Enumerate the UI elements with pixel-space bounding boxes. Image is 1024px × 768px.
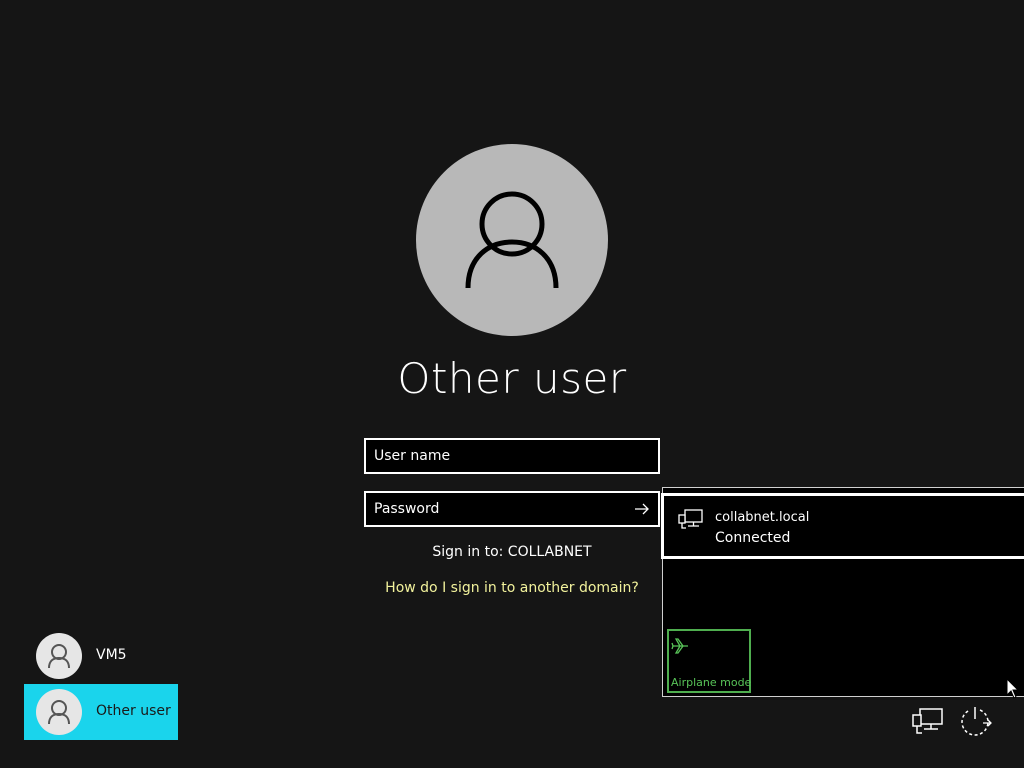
network-status: Connected: [715, 530, 791, 546]
user-title: Other user: [397, 354, 627, 403]
user-tile-label: VM5: [96, 647, 127, 663]
network-name: collabnet.local: [715, 510, 810, 525]
domain-help-link[interactable]: How do I sign in to another domain?: [312, 580, 712, 596]
user-silhouette-icon: [465, 191, 559, 289]
airplane-icon: [671, 638, 688, 654]
network-flyout: collabnet.local Connected Airplane mode: [661, 487, 1024, 697]
network-item-collabnet[interactable]: collabnet.local Connected: [661, 493, 1024, 559]
user-silhouette-icon: [48, 700, 70, 725]
network-icon[interactable]: [910, 706, 946, 738]
user-tile-vm5[interactable]: VM5: [24, 628, 178, 684]
submit-arrow-icon[interactable]: [632, 499, 652, 519]
user-silhouette-icon: [48, 644, 70, 669]
user-tile-label: Other user: [96, 703, 171, 719]
username-field[interactable]: [364, 438, 660, 474]
lock-screen: Other user Sign in to: COLLABNET How do …: [0, 0, 1024, 768]
avatar: [36, 633, 82, 679]
avatar: [36, 689, 82, 735]
username-input[interactable]: [374, 440, 624, 472]
airplane-mode-toggle[interactable]: Airplane mode: [667, 629, 751, 693]
power-icon[interactable]: [956, 704, 994, 740]
user-tile-other-user[interactable]: Other user: [24, 684, 178, 740]
password-input[interactable]: [374, 493, 624, 525]
mouse-cursor-icon: [1006, 678, 1020, 699]
user-avatar: [416, 144, 608, 336]
password-field[interactable]: [364, 491, 660, 527]
wired-network-icon: [678, 509, 703, 529]
sign-in-domain-text: Sign in to: COLLABNET: [432, 544, 592, 560]
airplane-mode-label: Airplane mode: [671, 676, 752, 689]
